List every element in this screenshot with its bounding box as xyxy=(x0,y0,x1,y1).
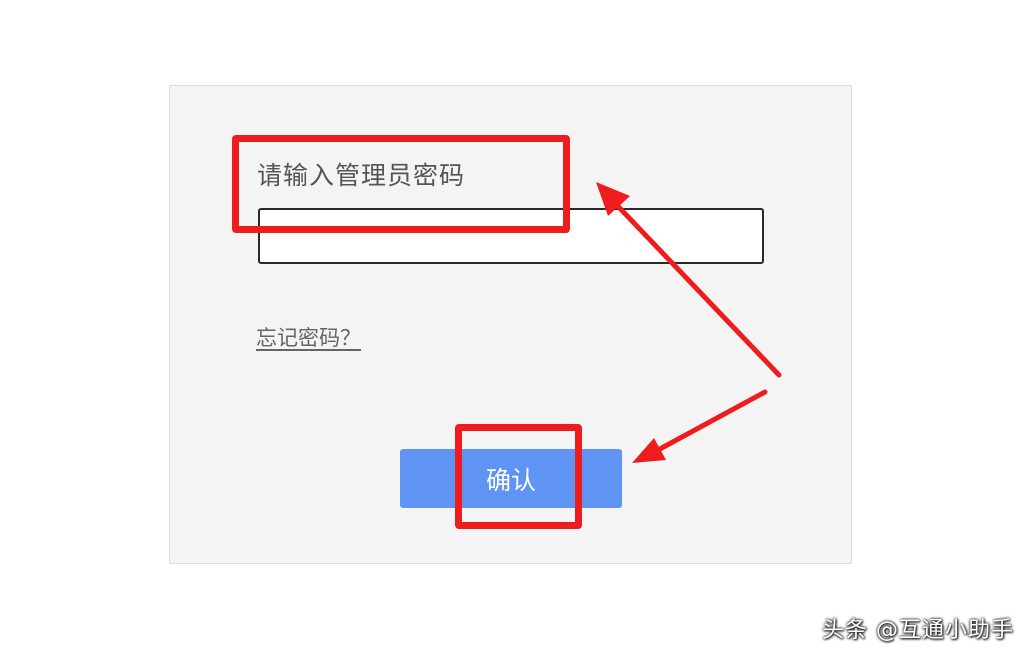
watermark: 头条 @互通小助手 xyxy=(822,618,1014,643)
password-prompt-label: 请输入管理员密码 xyxy=(257,161,466,190)
confirm-button[interactable]: 确认 xyxy=(400,449,622,508)
forgot-password-link[interactable]: 忘记密码？ xyxy=(256,322,361,352)
password-input[interactable] xyxy=(258,208,764,264)
